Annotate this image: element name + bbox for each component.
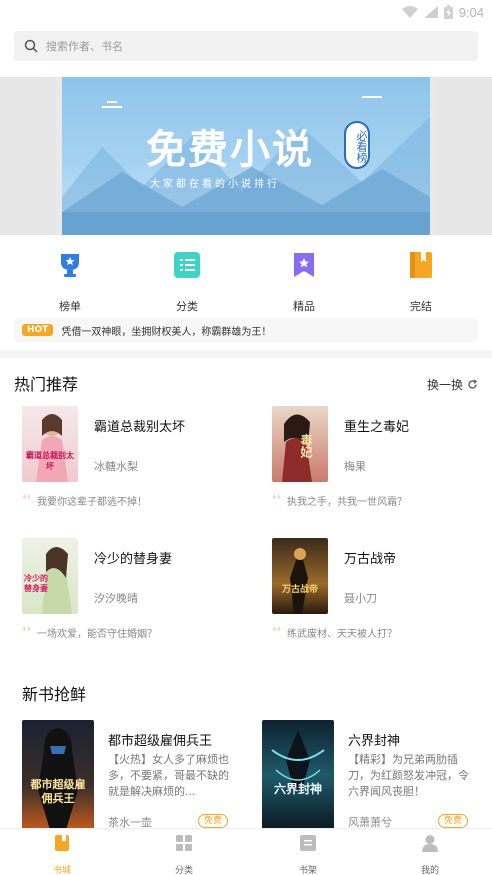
book-card[interactable]: 万古战帝 万古战帝 聂小刀 [272,538,482,618]
status-time: 9:04 [458,4,484,20]
book-quote-text: 我要你这辈子都逃不掉！ [37,496,148,508]
cover-title: 都市超级雇佣兵王 [30,778,86,805]
book-title: 万古战帝 [344,552,397,567]
banner-title: 免费小说 [146,127,314,173]
refresh-icon [468,379,478,389]
quick-nav-label: 分类 [176,300,198,313]
cover-title: 万古战帝 [281,585,318,595]
new-book-list: 都市超级雇佣兵王 都市超级雇佣兵王 【火热】女人多了麻烦也多，不要紧，哥最不缺的… [22,720,472,830]
book-title: 都市超级雇佣兵王 [108,734,213,749]
book-cover[interactable]: 都市超级雇佣兵王 [22,720,94,830]
tab-label: 书架 [298,866,317,875]
banner-subtitle: 大家都在看的小说排行 [150,179,280,190]
hot-section-title: 热门推荐 [14,375,79,394]
banner-slide[interactable]: 免费小说 必看榜 大家都在看的小说排行 [62,77,430,235]
quote-icon: ❛❛ [22,624,32,640]
book-quote: ❛❛ 执我之手，共我一世风霜？ [272,492,407,508]
refresh-label: 换一换 [426,378,463,392]
cover-title: 毒妃 [299,434,313,458]
search-icon [24,39,38,53]
book-card[interactable]: 冷少的替身妻 冷少的替身妻 汐汐晚晴 [22,538,242,618]
book-author: 聂小刀 [344,592,377,605]
bookstore-icon [55,835,69,851]
user-icon [422,835,438,852]
book-title: 霸道总裁别太坏 [94,420,186,435]
book-cover[interactable]: 毒妃 [272,406,328,482]
tab-label: 分类 [174,866,193,875]
quick-nav-label: 榜单 [59,300,81,313]
tab-category[interactable]: 分类 [144,833,224,875]
bookshelf-icon [300,835,316,851]
list-icon [174,252,200,278]
book-quote-text: 练武废材、天天被人打？ [287,628,398,640]
status-bar: 9:04 [0,0,492,24]
quick-nav-finished[interactable]: 完结 [381,250,461,314]
wifi-icon [401,6,418,18]
new-book-card[interactable]: 六界封神 六界封神 【精彩】为兄弟两肋插刀，为红颜怒发冲冠，令六界闻风丧胆！ 风… [262,720,472,830]
banner-carousel[interactable]: 免费小说 必看榜 大家都在看的小说排行 [0,77,492,235]
new-books-title: 新书抢鲜 [22,685,87,704]
book-quote: ❛❛ 我要你这辈子都逃不掉！ [22,492,147,508]
search-placeholder[interactable]: 搜索作者、书名 [46,38,123,54]
quote-icon: ❛❛ [272,624,282,640]
notice-text[interactable]: 凭借一双神眼，坐拥财权美人，称霸群雄为王！ [61,323,271,338]
cover-title: 霸道总裁别太坏 [26,451,74,471]
book-quote: ❛❛ 一场欢爱，能否守住婚姻？ [22,624,157,640]
quick-nav-featured[interactable]: 精品 [264,250,344,314]
bottom-tab-bar: 书城 分类 书架 我的 [0,828,492,875]
tab-bookstore[interactable]: 书城 [22,833,102,875]
cover-title: 六界封神 [273,782,322,796]
book-quote: ❛❛ 练武废材、天天被人打？ [272,624,397,640]
banner-next-slide[interactable] [436,77,492,235]
new-book-card[interactable]: 都市超级雇佣兵王 都市超级雇佣兵王 【火热】女人多了麻烦也多，不要紧，哥最不缺的… [22,720,242,830]
tab-bookshelf[interactable]: 书架 [268,833,348,875]
quick-nav-rank[interactable]: 榜单 [30,250,110,314]
banner-prev-slide[interactable] [0,77,56,235]
quick-nav-category[interactable]: 分类 [147,250,227,314]
book-title: 重生之毒妃 [344,420,410,435]
quote-icon: ❛❛ [272,492,282,508]
tab-profile[interactable]: 我的 [390,833,470,875]
book-cover[interactable]: 冷少的替身妻 [22,538,78,614]
book-title: 冷少的替身妻 [94,552,173,567]
book-cover[interactable]: 六界封神 [262,720,334,830]
book-quote-text: 执我之手，共我一世风霜？ [287,496,408,508]
book-icon [410,252,432,278]
book-cover[interactable]: 万古战帝 [272,538,328,614]
book-author: 冰糖水梨 [94,460,138,473]
book-intro: 【精彩】为兄弟两肋插刀，为红颜怒发冲冠，令六界闻风丧胆！ [348,753,469,798]
free-badge: 免费 [198,814,229,828]
quick-nav: 榜单 分类 精品 完结 [0,250,492,314]
book-author: 汐汐晚晴 [94,592,138,605]
book-author: 梅果 [344,460,366,473]
free-badge: 免费 [438,814,469,828]
book-title: 六界封神 [348,734,401,749]
hot-badge: HOT [22,324,54,336]
hot-notice[interactable]: HOT 凭借一双神眼，坐拥财权美人，称霸群雄为王！ [14,318,478,342]
cover-title: 冷少的替身妻 [24,574,48,593]
book-card[interactable]: 毒妃 重生之毒妃 梅果 [272,406,482,486]
book-card[interactable]: 霸道总裁别太坏 霸道总裁别太坏 冰糖水梨 [22,406,242,486]
bookmark-star-icon [294,253,314,277]
quick-nav-label: 完结 [410,300,432,313]
section-divider [0,350,492,358]
book-quote-text: 一场欢爱，能否守住婚姻？ [37,628,158,640]
tab-label: 我的 [420,866,439,875]
search-bar[interactable]: 搜索作者、书名 [14,31,478,61]
quick-nav-label: 精品 [293,300,315,313]
trophy-icon [61,254,79,277]
refresh-button[interactable]: 换一换 [427,376,478,393]
book-intro: 【火热】女人多了麻烦也多，不要紧，哥最不缺的就是解决麻烦的... [108,753,229,798]
signal-icon [423,6,438,18]
tab-label: 书城 [52,866,71,875]
grid-icon [176,835,192,851]
book-cover[interactable]: 霸道总裁别太坏 [22,406,78,482]
battery-icon [443,5,453,19]
quote-icon: ❛❛ [22,492,32,508]
banner-badge: 必看榜 [344,121,370,169]
